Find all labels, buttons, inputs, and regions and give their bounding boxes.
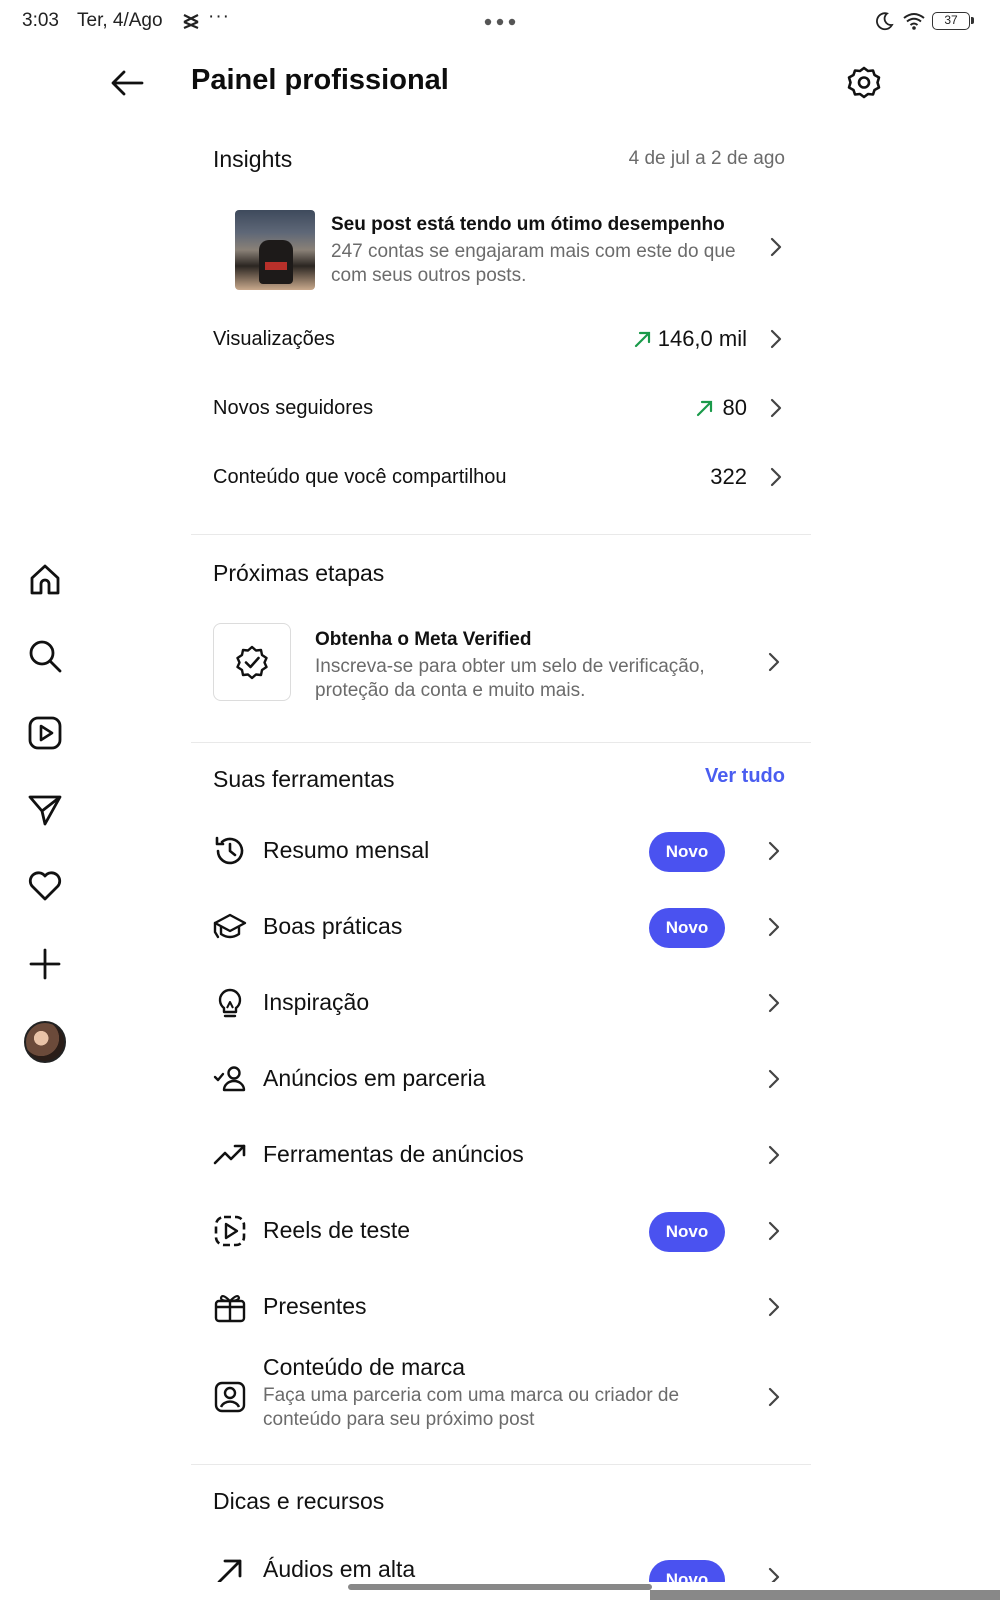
- metric-value: 146,0 mil: [657, 326, 747, 351]
- heart-icon[interactable]: [25, 866, 65, 906]
- chevron-right-icon: [768, 1069, 780, 1089]
- chevron-right-icon: [768, 917, 780, 937]
- wifi-icon: [903, 13, 925, 30]
- capcut-icon: [183, 14, 199, 30]
- trend-up-icon: [634, 331, 651, 348]
- trend-up-icon: [696, 400, 713, 417]
- post-description: 247 contas se engajaram mais com este do…: [331, 241, 736, 286]
- multitask-dots-icon[interactable]: [484, 18, 516, 26]
- metric-value: 80: [722, 395, 747, 420]
- battery-indicator: 37: [932, 12, 974, 30]
- chevron-right-icon: [768, 841, 780, 861]
- chevron-right-icon: [770, 467, 782, 487]
- status-more: ···: [208, 6, 230, 27]
- tool-label: Boas práticas: [263, 913, 403, 939]
- meta-verified-title: Obtenha o Meta Verified: [315, 629, 532, 650]
- metric-value: 322: [710, 464, 747, 489]
- tool-row-monthly-summary[interactable]: Resumo mensal Novo: [213, 822, 793, 882]
- lightbulb-icon: [213, 986, 247, 1020]
- arrow-up-right-icon: [213, 1554, 247, 1582]
- search-icon[interactable]: [25, 636, 65, 676]
- messages-icon[interactable]: [25, 790, 65, 830]
- section-divider: [191, 1464, 811, 1465]
- tool-row-inspiration[interactable]: Inspiração: [213, 974, 793, 1034]
- date-range[interactable]: 4 de jul a 2 de ago: [629, 148, 785, 170]
- tool-label: Presentes: [263, 1293, 367, 1319]
- tool-row-trending-audio[interactable]: Áudios em alta Novo: [213, 1540, 793, 1582]
- partner-user-icon: [213, 1062, 247, 1096]
- chevron-right-icon: [768, 993, 780, 1013]
- status-date: Ter, 4/Ago: [77, 10, 163, 31]
- home-indicator[interactable]: [348, 1584, 652, 1590]
- chevron-right-icon: [768, 1297, 780, 1317]
- next-steps-title: Próximas etapas: [213, 560, 385, 586]
- tool-label: Conteúdo de marca: [263, 1354, 466, 1380]
- new-badge: Novo: [649, 1212, 725, 1252]
- chevron-right-icon: [768, 1221, 780, 1241]
- reels-icon[interactable]: [25, 713, 65, 753]
- chevron-right-icon: [770, 237, 782, 257]
- branded-content-icon: [213, 1380, 247, 1414]
- tool-label: Inspiração: [263, 989, 370, 1015]
- gear-icon[interactable]: [846, 65, 882, 101]
- tool-row-branded-content[interactable]: Conteúdo de marca Faça uma parceria com …: [213, 1354, 793, 1444]
- metric-row-shared-content[interactable]: Conteúdo que você compartilhou 322: [213, 458, 783, 498]
- chevron-right-icon: [768, 1145, 780, 1165]
- tool-row-ad-tools[interactable]: Ferramentas de anúncios: [213, 1126, 793, 1186]
- chevron-right-icon: [770, 398, 782, 418]
- chevron-right-icon: [768, 1567, 780, 1582]
- metric-label: Novos seguidores: [213, 397, 374, 419]
- trending-up-icon: [213, 1138, 247, 1172]
- tool-label: Anúncios em parceria: [263, 1065, 486, 1091]
- insights-title: Insights: [213, 146, 293, 172]
- new-badge: Novo: [649, 832, 725, 872]
- section-divider: [191, 534, 811, 535]
- status-bar: 3:03 Ter, 4/Ago ··· 37: [0, 0, 1000, 44]
- top-post-card[interactable]: Seu post está tendo um ótimo desempenho …: [235, 210, 795, 292]
- chevron-right-icon: [770, 329, 782, 349]
- history-icon: [213, 834, 247, 868]
- home-icon[interactable]: [25, 560, 65, 600]
- tool-row-trial-reels[interactable]: Reels de teste Novo: [213, 1202, 793, 1262]
- plus-icon[interactable]: [25, 944, 65, 984]
- tool-subtitle: Faça uma parceria com uma marca ou criad…: [263, 1385, 680, 1430]
- graduation-cap-icon: [213, 910, 247, 944]
- screen-edge-bar: [650, 1590, 1000, 1600]
- tool-row-best-practices[interactable]: Boas práticas Novo: [213, 898, 793, 958]
- moon-icon: [876, 12, 894, 31]
- tool-label: Resumo mensal: [263, 837, 430, 863]
- gift-icon: [213, 1290, 247, 1324]
- tools-title: Suas ferramentas: [213, 766, 395, 792]
- status-time: 3:03: [22, 10, 59, 31]
- post-thumbnail: [235, 210, 315, 290]
- chevron-right-icon: [768, 652, 780, 672]
- section-divider: [191, 742, 811, 743]
- page-title: Painel profissional: [191, 64, 449, 96]
- chevron-right-icon: [768, 1387, 780, 1407]
- tool-row-gifts[interactable]: Presentes: [213, 1278, 793, 1338]
- avatar[interactable]: [24, 1021, 66, 1063]
- metric-row-views[interactable]: Visualizações 146,0 mil: [213, 320, 783, 360]
- post-title: Seu post está tendo um ótimo desempenho: [331, 214, 725, 235]
- tips-title: Dicas e recursos: [213, 1488, 385, 1514]
- verified-badge-icon: [236, 645, 268, 680]
- metric-row-new-followers[interactable]: Novos seguidores 80: [213, 389, 783, 429]
- meta-verified-card[interactable]: Obtenha o Meta Verified Inscreva-se para…: [213, 623, 793, 703]
- new-badge: Novo: [649, 908, 725, 948]
- tool-label: Áudios em alta: [263, 1556, 416, 1582]
- tool-label: Ferramentas de anúncios: [263, 1141, 524, 1167]
- new-badge: Novo: [649, 1560, 725, 1582]
- tool-row-partnership-ads[interactable]: Anúncios em parceria: [213, 1050, 793, 1110]
- trial-reels-icon: [213, 1214, 247, 1248]
- back-arrow-icon[interactable]: [108, 63, 148, 103]
- tool-label: Reels de teste: [263, 1217, 411, 1243]
- verified-badge-icon-box: [213, 623, 291, 701]
- metric-label: Visualizações: [213, 328, 335, 350]
- see-all-link[interactable]: Ver tudo: [705, 765, 785, 788]
- meta-verified-description: Inscreva-se para obter um selo de verifi…: [315, 656, 705, 701]
- metric-label: Conteúdo que você compartilhou: [213, 466, 507, 488]
